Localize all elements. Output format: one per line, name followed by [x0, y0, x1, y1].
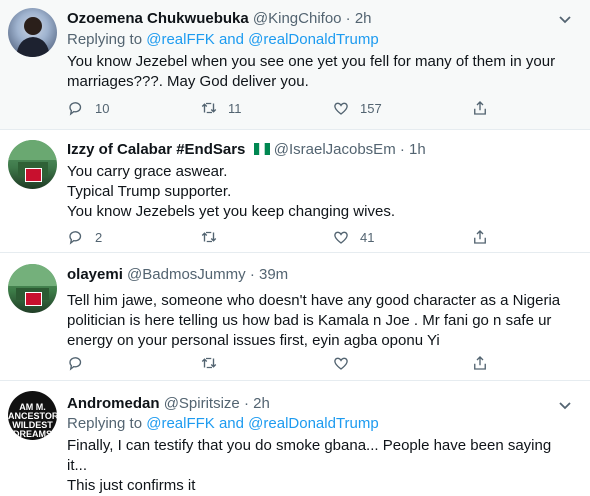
separator-dot: · [249, 266, 255, 283]
author-name[interactable]: Ozoemena Chukwuebuka [67, 10, 249, 27]
timestamp[interactable]: 39m [259, 266, 288, 283]
share-button[interactable] [471, 97, 499, 119]
tweet-ozoemena[interactable]: Ozoemena Chukwuebuka @KingChifoo · 2h Re… [0, 0, 590, 130]
mention-link[interactable]: @realDonaldTrump [248, 31, 379, 48]
author-handle[interactable]: @BadmosJummy [127, 266, 246, 283]
share-icon [474, 356, 486, 370]
retweet-icon [201, 102, 217, 114]
tweet-text: Finally, I can testify that you do smoke… [67, 437, 552, 494]
author-name[interactable]: Andromedan [67, 395, 160, 412]
reply-icon [69, 231, 82, 245]
reply-button[interactable]: 10 [67, 97, 109, 119]
author-handle[interactable]: @IsraelJacobsEm [274, 141, 396, 158]
retweet-icon [201, 231, 217, 243]
avatar[interactable] [8, 140, 57, 189]
separator-dot: · [345, 10, 351, 27]
reply-icon [69, 357, 82, 371]
reply-button[interactable]: 2 [67, 226, 102, 248]
like-button[interactable]: 41 [332, 226, 374, 248]
timestamp[interactable]: 2h [355, 10, 372, 27]
heart-icon [334, 102, 348, 115]
tweet-text: Tell him jawe, someone who doesn't have … [67, 292, 561, 349]
tweet-text: You carry grace aswear. Typical Trump su… [67, 163, 395, 220]
avatar[interactable]: AM M. ANCESTORS WILDEST DREAMS [8, 391, 57, 440]
avatar[interactable] [8, 8, 57, 57]
replying-to: Replying to @realFFK and @realDonaldTrum… [67, 415, 379, 432]
author-handle[interactable]: @Spiritsize [164, 395, 240, 412]
reply-count: 2 [95, 229, 103, 245]
heart-icon [334, 231, 348, 244]
reply-count: 10 [95, 100, 110, 116]
avatar[interactable] [8, 264, 57, 313]
nigeria-flag-icon [253, 143, 270, 155]
avatar-logo-text: AM M. ANCESTORS WILDEST DREAMS [8, 402, 57, 439]
share-icon [474, 230, 486, 244]
retweet-button[interactable]: 11 [200, 97, 242, 119]
separator-dot: · [399, 141, 405, 158]
reply-button[interactable] [67, 352, 95, 374]
retweet-icon [201, 357, 217, 369]
more-options-icon[interactable] [556, 396, 574, 414]
mention-link[interactable]: @realDonaldTrump [248, 415, 379, 432]
share-button[interactable] [471, 226, 499, 248]
timestamp[interactable]: 1h [409, 141, 426, 158]
retweet-button[interactable] [200, 226, 228, 248]
more-options-icon[interactable] [556, 10, 574, 28]
heart-icon [334, 357, 348, 370]
author-handle[interactable]: @KingChifoo [253, 10, 342, 27]
share-icon [474, 101, 486, 115]
replying-to: Replying to @realFFK and @realDonaldTrum… [67, 31, 379, 48]
retweet-count: 11 [228, 100, 242, 116]
timestamp[interactable]: 2h [253, 395, 270, 412]
separator-dot: · [243, 395, 249, 412]
like-count: 41 [360, 229, 375, 245]
author-name[interactable]: Izzy of Calabar #EndSars [67, 141, 245, 158]
like-button[interactable] [332, 352, 360, 374]
like-button[interactable]: 157 [332, 97, 382, 119]
mention-link[interactable]: @realFFK [146, 415, 215, 432]
tweet-text: You know Jezebel when you see one yet yo… [67, 53, 556, 90]
reply-icon [69, 102, 82, 116]
author-name[interactable]: olayemi [67, 266, 123, 283]
mention-link[interactable]: @realFFK [146, 31, 215, 48]
share-button[interactable] [471, 352, 499, 374]
retweet-button[interactable] [200, 352, 228, 374]
like-count: 157 [360, 100, 382, 116]
